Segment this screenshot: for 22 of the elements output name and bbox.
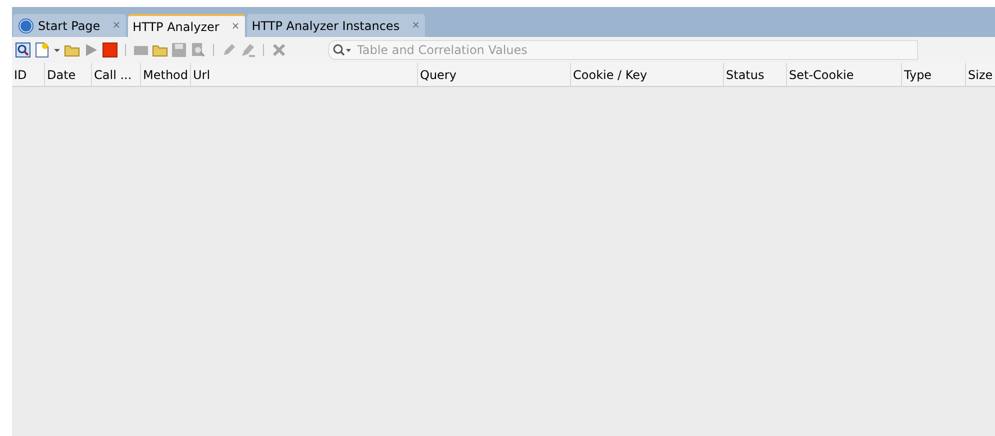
stop-icon[interactable] <box>102 42 118 58</box>
search-field[interactable]: Table and Correlation Values <box>328 40 918 60</box>
tab[interactable]: Start Page × <box>13 14 126 37</box>
toolbar-separator <box>213 44 214 56</box>
column-header[interactable]: Date <box>45 63 92 86</box>
column-header[interactable]: Call ... <box>92 63 141 86</box>
search-window-icon[interactable] <box>15 42 31 58</box>
column-header[interactable]: ID <box>12 63 45 86</box>
column-header[interactable]: Size <box>966 63 995 86</box>
column-header[interactable]: Status <box>724 63 787 86</box>
close-tab-button[interactable]: × <box>231 19 240 34</box>
column-header[interactable]: Set-Cookie <box>787 63 902 86</box>
tab[interactable]: HTTP Analyzer Instances × <box>246 14 425 37</box>
tab[interactable]: HTTP Analyzer × <box>128 14 245 37</box>
column-header[interactable]: Query <box>418 63 571 86</box>
new-document-icon[interactable] <box>34 42 50 58</box>
toolbar-separator <box>125 44 126 56</box>
column-header[interactable]: Type <box>902 63 966 86</box>
column-header[interactable]: Method <box>141 63 191 86</box>
column-header[interactable]: Url <box>191 63 418 86</box>
column-header[interactable]: Cookie / Key <box>571 63 724 86</box>
toolbar-separator <box>263 44 264 56</box>
